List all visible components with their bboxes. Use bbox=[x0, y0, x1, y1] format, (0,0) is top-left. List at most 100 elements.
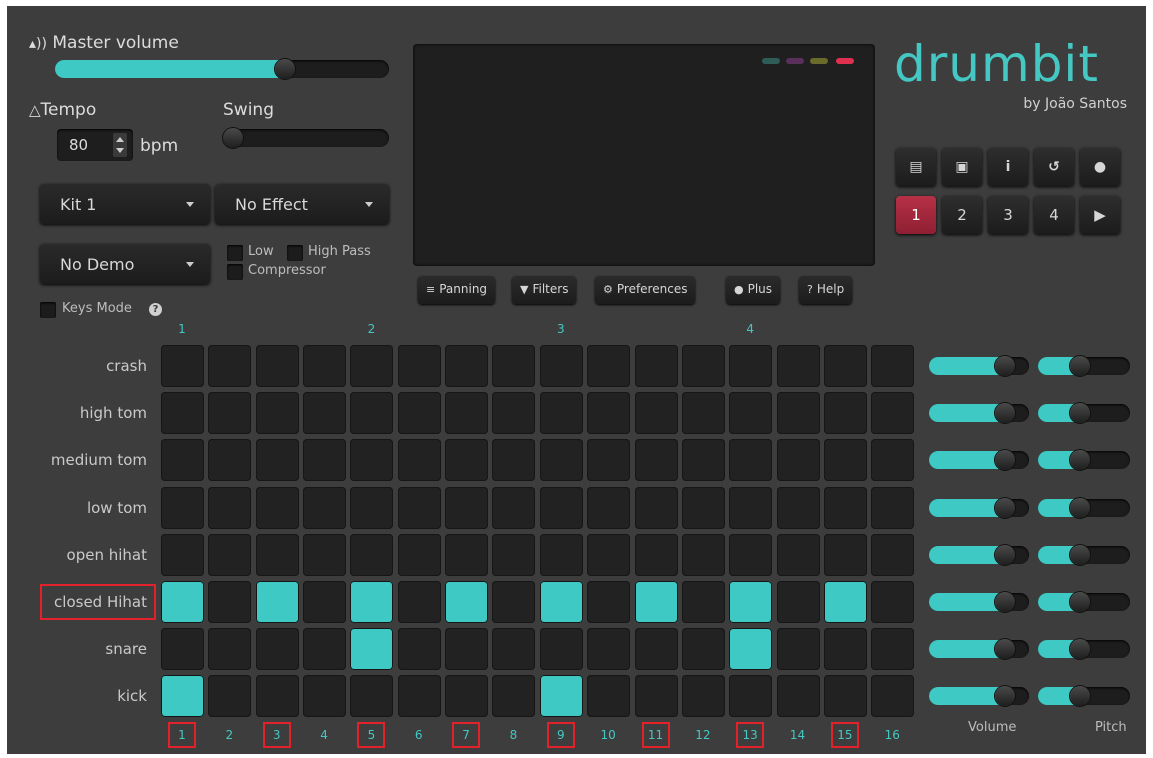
step-cell[interactable] bbox=[492, 581, 536, 623]
track-pitch-slider[interactable] bbox=[1038, 356, 1130, 376]
step-cell[interactable] bbox=[871, 675, 915, 718]
step-cell[interactable] bbox=[823, 486, 867, 529]
step-cell[interactable] bbox=[681, 439, 725, 482]
step-cell[interactable] bbox=[445, 628, 489, 671]
track-volume-slider[interactable] bbox=[929, 497, 1029, 518]
tempo-spinner[interactable] bbox=[113, 133, 127, 157]
track-volume-slider[interactable] bbox=[929, 639, 1029, 660]
step-cell[interactable] bbox=[539, 345, 583, 387]
step-cell[interactable] bbox=[303, 486, 347, 529]
step-cell[interactable] bbox=[587, 628, 631, 671]
plus-button[interactable]: ● Plus bbox=[726, 276, 781, 304]
track-volume-slider[interactable] bbox=[929, 403, 1029, 424]
step-cell[interactable] bbox=[397, 345, 441, 387]
record-button[interactable]: ● bbox=[1080, 148, 1120, 186]
step-cell[interactable] bbox=[729, 581, 773, 623]
step-cell[interactable] bbox=[871, 581, 915, 623]
step-cell[interactable] bbox=[161, 345, 204, 387]
step-cell[interactable] bbox=[445, 392, 489, 435]
step-cell[interactable] bbox=[681, 392, 725, 435]
step-cell[interactable] bbox=[255, 581, 299, 623]
track-label[interactable]: medium tom bbox=[27, 451, 147, 469]
step-cell[interactable] bbox=[303, 392, 347, 435]
step-cell[interactable] bbox=[161, 439, 204, 482]
track-pitch-slider[interactable] bbox=[1038, 639, 1130, 660]
step-cell[interactable] bbox=[255, 345, 299, 387]
slider-knob[interactable] bbox=[995, 639, 1015, 660]
step-cell[interactable] bbox=[776, 533, 820, 576]
step-cell[interactable] bbox=[303, 533, 347, 576]
step-cell[interactable] bbox=[492, 675, 536, 718]
step-cell[interactable] bbox=[445, 345, 489, 387]
step-cell[interactable] bbox=[350, 439, 394, 482]
step-cell[interactable] bbox=[539, 628, 583, 671]
step-cell[interactable] bbox=[208, 439, 252, 482]
track-pitch-slider[interactable] bbox=[1038, 450, 1130, 471]
step-cell[interactable] bbox=[397, 675, 441, 718]
step-cell[interactable] bbox=[539, 486, 583, 529]
step-cell[interactable] bbox=[776, 628, 820, 671]
step-cell[interactable] bbox=[634, 392, 678, 435]
step-cell[interactable] bbox=[776, 486, 820, 529]
step-cell[interactable] bbox=[871, 486, 915, 529]
slider-knob[interactable] bbox=[995, 686, 1015, 707]
track-volume-slider[interactable] bbox=[929, 450, 1029, 471]
step-cell[interactable] bbox=[823, 392, 867, 435]
slider-knob[interactable] bbox=[1070, 450, 1090, 471]
step-cell[interactable] bbox=[161, 486, 204, 529]
step-cell[interactable] bbox=[587, 675, 631, 718]
step-cell[interactable] bbox=[208, 392, 252, 435]
tempo-input[interactable]: 80 bbox=[57, 129, 133, 161]
step-cell[interactable] bbox=[255, 628, 299, 671]
step-cell[interactable] bbox=[871, 345, 915, 387]
compressor-checkbox[interactable] bbox=[227, 264, 243, 280]
spinner-down-icon[interactable] bbox=[116, 148, 124, 153]
step-cell[interactable] bbox=[303, 675, 347, 718]
slider-knob[interactable] bbox=[1070, 544, 1090, 565]
step-cell[interactable] bbox=[587, 581, 631, 623]
step-cell[interactable] bbox=[208, 581, 252, 623]
step-cell[interactable] bbox=[729, 533, 773, 576]
kit-select[interactable]: Kit 1 bbox=[40, 184, 210, 224]
step-cell[interactable] bbox=[776, 439, 820, 482]
track-label[interactable]: crash bbox=[27, 357, 147, 375]
step-cell[interactable] bbox=[634, 675, 678, 718]
track-pitch-slider[interactable] bbox=[1038, 497, 1130, 518]
step-cell[interactable] bbox=[255, 392, 299, 435]
step-cell[interactable] bbox=[350, 486, 394, 529]
track-pitch-slider[interactable] bbox=[1038, 403, 1130, 424]
pattern-3-button[interactable]: 3 bbox=[988, 196, 1028, 234]
step-cell[interactable] bbox=[350, 392, 394, 435]
step-cell[interactable] bbox=[161, 392, 204, 435]
slider-knob[interactable] bbox=[995, 356, 1015, 376]
spinner-up-icon[interactable] bbox=[116, 137, 124, 142]
step-cell[interactable] bbox=[161, 675, 204, 718]
track-label[interactable]: open hihat bbox=[27, 546, 147, 564]
step-cell[interactable] bbox=[729, 675, 773, 718]
slider-knob[interactable] bbox=[995, 403, 1015, 424]
step-cell[interactable] bbox=[161, 581, 204, 623]
step-cell[interactable] bbox=[208, 628, 252, 671]
step-cell[interactable] bbox=[255, 439, 299, 482]
step-cell[interactable] bbox=[208, 486, 252, 529]
track-label[interactable]: snare bbox=[27, 640, 147, 658]
step-cell[interactable] bbox=[303, 628, 347, 671]
track-label[interactable]: low tom bbox=[27, 499, 147, 517]
step-cell[interactable] bbox=[587, 345, 631, 387]
step-cell[interactable] bbox=[350, 581, 394, 623]
step-cell[interactable] bbox=[681, 581, 725, 623]
step-cell[interactable] bbox=[161, 628, 204, 671]
step-cell[interactable] bbox=[634, 345, 678, 387]
step-cell[interactable] bbox=[823, 581, 867, 623]
track-label[interactable]: high tom bbox=[27, 404, 147, 422]
help-circle-icon[interactable]: ? bbox=[149, 303, 162, 316]
step-cell[interactable] bbox=[871, 439, 915, 482]
step-cell[interactable] bbox=[397, 628, 441, 671]
preferences-button[interactable]: ⚙ Preferences bbox=[595, 276, 696, 304]
step-cell[interactable] bbox=[587, 439, 631, 482]
step-cell[interactable] bbox=[776, 581, 820, 623]
step-cell[interactable] bbox=[587, 533, 631, 576]
slider-knob[interactable] bbox=[275, 59, 295, 79]
track-label[interactable]: kick bbox=[27, 687, 147, 705]
step-cell[interactable] bbox=[871, 533, 915, 576]
